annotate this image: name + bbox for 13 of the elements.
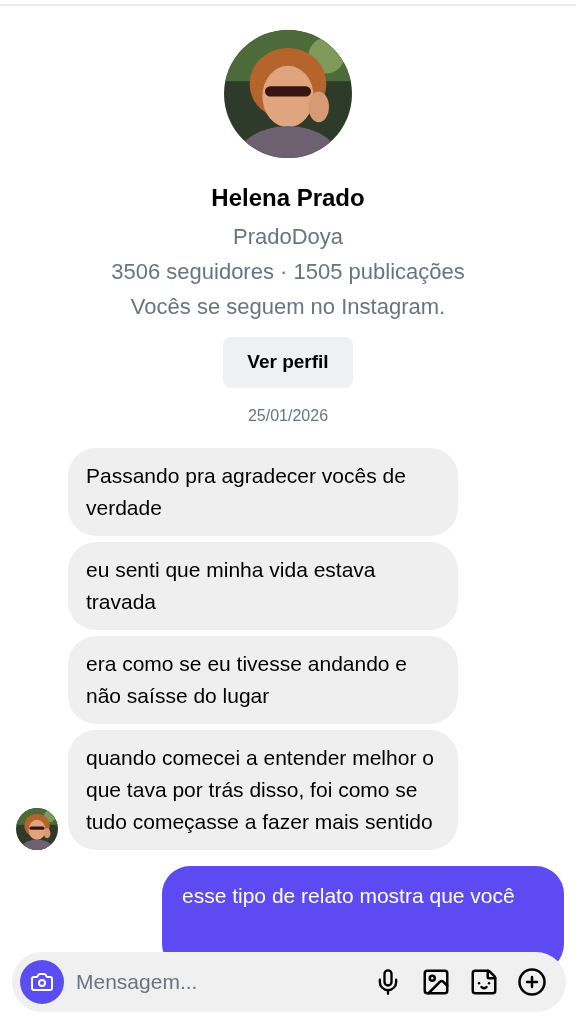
message-field[interactable]: Mensagem... <box>12 952 566 1012</box>
profile-name: Helena Prado <box>211 183 365 213</box>
incoming-message: Passando pra agradecer vocês de verdade <box>68 448 458 536</box>
incoming-message: era como se eu tivesse andando e não saísse do lugar <box>68 636 458 724</box>
profile-stats: 3506 seguidores · 1505 publicações <box>111 258 465 286</box>
username: PradoDoya <box>232 223 344 251</box>
incoming-message: quando comecei a entender melhor o que tava por trás disso, foi como se tudo começasse a fazer mais sentido <box>68 730 458 850</box>
mutual-follow-note: Vocês se seguem no Instagram. <box>130 293 446 321</box>
view-profile-button[interactable]: Ver perfil <box>223 337 353 388</box>
date-label: 25/01/2026 <box>247 406 329 426</box>
camera-button[interactable] <box>20 960 64 1004</box>
incoming-message: eu senti que minha vida estava travada <box>68 542 458 630</box>
camera-icon <box>30 970 54 994</box>
